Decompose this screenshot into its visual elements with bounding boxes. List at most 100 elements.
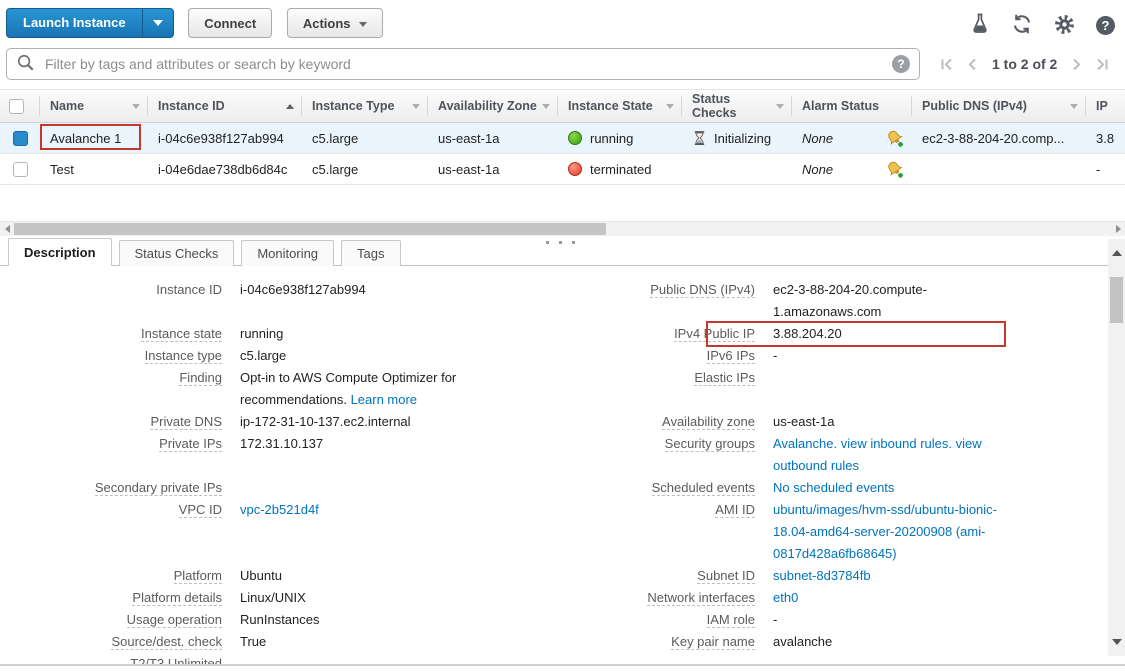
pagination-last-button[interactable]: [1096, 58, 1109, 71]
field-value: RunInstances: [240, 609, 542, 631]
table-header-row: Name Instance ID Instance Type Availabil…: [0, 89, 1125, 123]
table-row[interactable]: Avalanche 1 i-04c6e938f127ab994 c5.large…: [0, 123, 1125, 154]
field-value: Ubuntu: [240, 565, 542, 587]
subnet-id-link[interactable]: subnet-8d3784fb: [773, 568, 871, 583]
field-label: Private DNS: [0, 411, 222, 433]
scroll-right-button[interactable]: [1111, 222, 1125, 236]
field-label: Subnet ID: [560, 565, 755, 587]
column-header-name[interactable]: Name: [40, 96, 148, 116]
availability-zone: us-east-1a: [428, 123, 558, 153]
field-link: vpc-2b521d4f: [240, 499, 542, 565]
scroll-up-button[interactable]: [1108, 245, 1125, 261]
description-panel: Instance ID i-04c6e938f127ab994 Public D…: [0, 266, 1125, 665]
instance-name: Test: [50, 162, 74, 177]
search-icon: [16, 53, 35, 75]
row-checkbox[interactable]: [13, 131, 28, 146]
instance-id: i-04e6dae738db6d84c: [148, 154, 302, 184]
hourglass-icon: [692, 130, 707, 146]
field-value: Opt-in to AWS Compute Optimizer for reco…: [240, 367, 542, 411]
field-link: No scheduled events: [773, 477, 1003, 499]
field-label: Secondary private IPs: [0, 477, 222, 499]
instance-type: c5.large: [302, 123, 428, 153]
column-header-instance-state[interactable]: Instance State: [558, 96, 682, 116]
column-header-ip[interactable]: IP: [1086, 96, 1125, 116]
horizontal-scrollbar-thumb[interactable]: [14, 223, 606, 235]
public-ip: 3.8: [1086, 123, 1125, 153]
column-header-instance-type[interactable]: Instance Type: [302, 96, 428, 116]
gear-icon[interactable]: [1054, 14, 1075, 38]
column-header-public-dns[interactable]: Public DNS (IPv4): [912, 96, 1086, 116]
field-label: Instance ID: [0, 279, 222, 323]
horizontal-scrollbar[interactable]: [0, 221, 1125, 236]
launch-instance-label[interactable]: Launch Instance: [7, 9, 142, 37]
filter-input[interactable]: [43, 55, 892, 73]
chevron-down-icon: [153, 20, 163, 26]
field-link: Avalanche. view inbound rules. view outb…: [773, 433, 1003, 477]
sort-icon: [132, 104, 140, 109]
tab-monitoring[interactable]: Monitoring: [241, 240, 334, 266]
field-link: subnet-8d3784fb: [773, 565, 1003, 587]
field-label: Instance type: [0, 345, 222, 367]
refresh-icon[interactable]: [1011, 13, 1033, 38]
network-interface-link[interactable]: eth0: [773, 590, 798, 605]
window-bottom-border: [0, 664, 1125, 666]
filter-help-icon[interactable]: ?: [892, 55, 910, 73]
field-label: AMI ID: [560, 499, 755, 565]
select-all-checkbox[interactable]: [9, 99, 24, 114]
column-header-alarm-status[interactable]: Alarm Status: [792, 96, 912, 116]
security-groups-link[interactable]: Avalanche. view inbound rules. view outb…: [773, 436, 982, 473]
connect-button[interactable]: Connect: [188, 8, 272, 38]
field-value: ec2-3-88-204-20.compute-1.amazonaws.com: [773, 279, 1003, 323]
scroll-down-button[interactable]: [1108, 634, 1125, 650]
tab-description[interactable]: Description: [8, 238, 112, 266]
field-label: Private IPs: [0, 433, 222, 477]
field-label: IAM role: [560, 609, 755, 631]
learn-more-link[interactable]: Learn more: [351, 392, 417, 407]
select-all-checkbox-cell[interactable]: [0, 96, 40, 116]
column-header-instance-id[interactable]: Instance ID: [148, 96, 302, 116]
pagination-next-button[interactable]: [1070, 58, 1083, 71]
field-label: Usage operation: [0, 609, 222, 631]
vertical-scrollbar[interactable]: [1108, 239, 1125, 656]
field-label: IPv4 Public IP: [560, 323, 755, 345]
tab-bar: Description Status Checks Monitoring Tag…: [0, 239, 1125, 266]
tab-status-checks[interactable]: Status Checks: [119, 240, 235, 266]
beaker-icon[interactable]: [970, 13, 990, 38]
bell-add-icon[interactable]: [885, 129, 904, 148]
help-icon[interactable]: ?: [1096, 16, 1115, 35]
pagination-first-button[interactable]: [940, 58, 953, 71]
sort-icon: [1070, 104, 1078, 109]
field-value: -: [773, 345, 1003, 367]
field-label: IPv6 IPs: [560, 345, 755, 367]
status-checks: [682, 154, 792, 184]
bell-add-icon[interactable]: [885, 160, 904, 179]
actions-button[interactable]: Actions: [287, 8, 383, 38]
scroll-left-button[interactable]: [0, 222, 14, 236]
tab-tags[interactable]: Tags: [341, 240, 400, 266]
field-value: -: [773, 609, 1003, 631]
availability-zone: us-east-1a: [428, 154, 558, 184]
sort-icon: [542, 104, 550, 109]
field-value: i-04c6e938f127ab994: [240, 279, 542, 323]
field-value: Linux/UNIX: [240, 587, 542, 609]
vpc-id-link[interactable]: vpc-2b521d4f: [240, 502, 319, 517]
field-value: running: [240, 323, 542, 345]
field-label: Source/dest. check: [0, 631, 222, 653]
column-header-status-checks[interactable]: Status Checks: [682, 96, 792, 116]
field-value: ip-172-31-10-137.ec2.internal: [240, 411, 542, 433]
table-row[interactable]: Test i-04e6dae738db6d84c c5.large us-eas…: [0, 154, 1125, 185]
ami-id-link[interactable]: ubuntu/images/hvm-ssd/ubuntu-bionic-18.0…: [773, 502, 997, 561]
vertical-scrollbar-thumb[interactable]: [1110, 277, 1123, 323]
launch-instance-menu-button[interactable]: [142, 9, 173, 37]
sort-icon: [776, 104, 784, 109]
launch-instance-button[interactable]: Launch Instance: [6, 8, 174, 38]
field-value: 172.31.10.137: [240, 433, 542, 477]
pagination: 1 to 2 of 2: [940, 56, 1109, 72]
status-checks: Initializing: [714, 131, 771, 146]
column-header-availability-zone[interactable]: Availability Zone: [428, 96, 558, 116]
scheduled-events-link[interactable]: No scheduled events: [773, 480, 894, 495]
pagination-prev-button[interactable]: [966, 58, 979, 71]
field-label: Availability zone: [560, 411, 755, 433]
row-checkbox[interactable]: [13, 162, 28, 177]
filter-input-container[interactable]: ?: [6, 48, 920, 80]
